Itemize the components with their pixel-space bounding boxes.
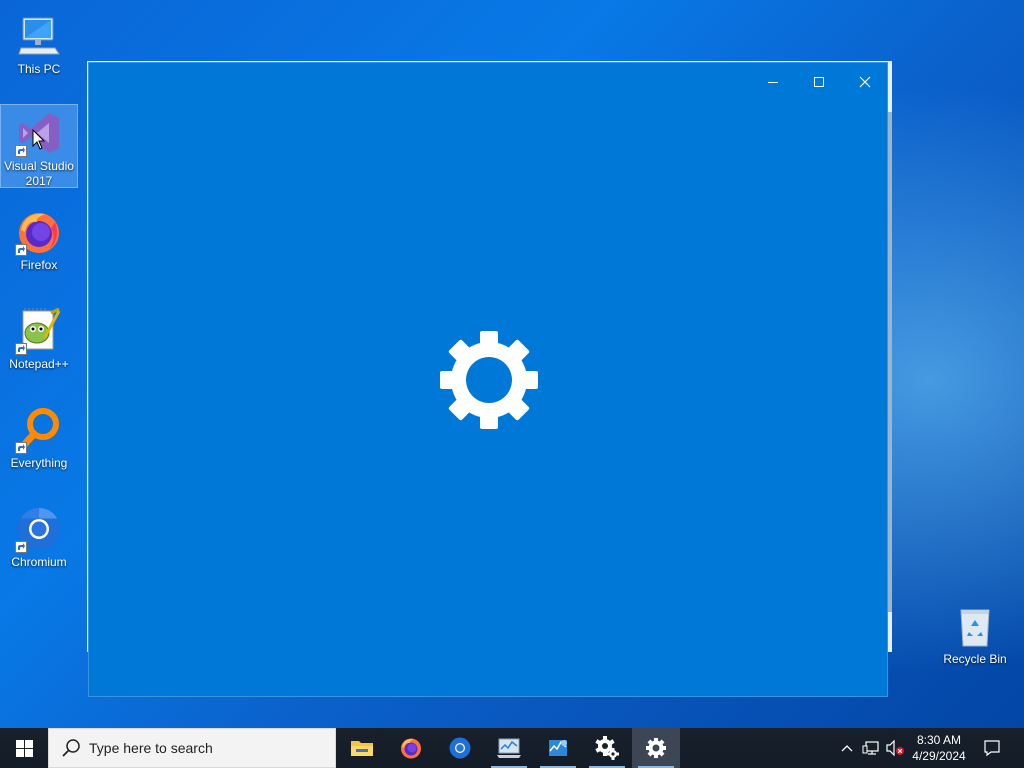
volume-button[interactable]	[884, 728, 906, 768]
search-icon	[62, 739, 80, 757]
chromium-icon	[449, 737, 471, 759]
taskbar: Type here to search 8:30 AM 4/29/2024	[0, 728, 1024, 768]
monitor-icon	[497, 738, 521, 758]
desktop-icon-notepadpp[interactable]: Notepad++	[1, 303, 77, 371]
shortcut-arrow-icon	[15, 442, 27, 454]
minimize-button[interactable]	[750, 65, 796, 99]
clock-time: 8:30 AM	[916, 733, 962, 747]
start-button[interactable]	[0, 728, 48, 768]
gear-icon	[646, 738, 666, 758]
clock[interactable]: 8:30 AM 4/29/2024	[904, 728, 974, 768]
network-icon	[862, 741, 879, 755]
minimize-icon	[768, 82, 778, 83]
desktop-icon-label: Recycle Bin	[943, 652, 1007, 666]
desktop-icon-firefox[interactable]: Firefox	[1, 204, 77, 272]
close-button[interactable]	[842, 65, 888, 99]
desktop-icon-label: Firefox	[20, 258, 58, 272]
volume-muted-icon	[886, 740, 904, 756]
folder-icon	[351, 741, 373, 756]
maximize-button[interactable]	[796, 65, 842, 99]
taskbar-app-settings[interactable]	[583, 728, 631, 768]
shortcut-arrow-icon	[15, 145, 27, 157]
clock-date: 4/29/2024	[912, 749, 966, 763]
show-hidden-icons-button[interactable]	[838, 728, 856, 768]
desktop-icon-this-pc[interactable]: This PC	[1, 8, 77, 76]
desktop-icon-label: This PC	[17, 62, 61, 76]
everything-icon	[15, 406, 63, 454]
shortcut-arrow-icon	[15, 541, 27, 553]
task-manager-icon	[549, 740, 567, 756]
windows-logo-icon	[15, 739, 33, 757]
desktop-icon-label: Chromium	[11, 555, 67, 569]
firefox-icon	[15, 208, 63, 256]
taskbar-app-resource-monitor[interactable]	[485, 728, 533, 768]
shortcut-arrow-icon	[15, 343, 27, 355]
taskbar-app-chromium[interactable]	[436, 728, 484, 768]
computer-icon	[15, 12, 63, 60]
chromium-icon	[15, 505, 63, 553]
gear-icon	[595, 736, 619, 760]
desktop-icon-label: Notepad++	[9, 357, 69, 371]
taskbar-app-task-manager[interactable]	[534, 728, 582, 768]
notepadpp-icon	[15, 307, 63, 355]
network-button[interactable]	[860, 728, 882, 768]
close-icon	[859, 76, 871, 88]
chevron-up-icon	[841, 745, 853, 752]
taskbar-app-file-explorer[interactable]	[338, 728, 386, 768]
settings-window[interactable]	[88, 62, 888, 697]
mouse-cursor-icon	[32, 129, 46, 150]
desktop-icon-chromium[interactable]: Chromium	[1, 501, 77, 569]
recycle-bin-icon	[951, 602, 999, 650]
firefox-icon	[401, 738, 421, 759]
action-center-icon	[984, 740, 1000, 757]
shortcut-arrow-icon	[15, 244, 27, 256]
desktop-icon-everything[interactable]: Everything	[1, 402, 77, 470]
search-input[interactable]: Type here to search	[48, 728, 336, 768]
desktop-icon-recycle-bin[interactable]: Recycle Bin	[937, 598, 1013, 668]
maximize-icon	[814, 77, 824, 87]
desktop-icon-label: Everything	[10, 456, 68, 470]
settings-splash-gear-icon	[439, 330, 539, 430]
search-placeholder: Type here to search	[89, 740, 213, 756]
action-center-button[interactable]	[974, 728, 1010, 768]
taskbar-app-settings-active[interactable]	[632, 728, 680, 768]
taskbar-app-firefox[interactable]	[387, 728, 435, 768]
desktop: This PC Visual Studio 2017 Firefox Notep…	[0, 0, 1024, 728]
desktop-icon-label: Visual Studio 2017	[4, 159, 74, 188]
